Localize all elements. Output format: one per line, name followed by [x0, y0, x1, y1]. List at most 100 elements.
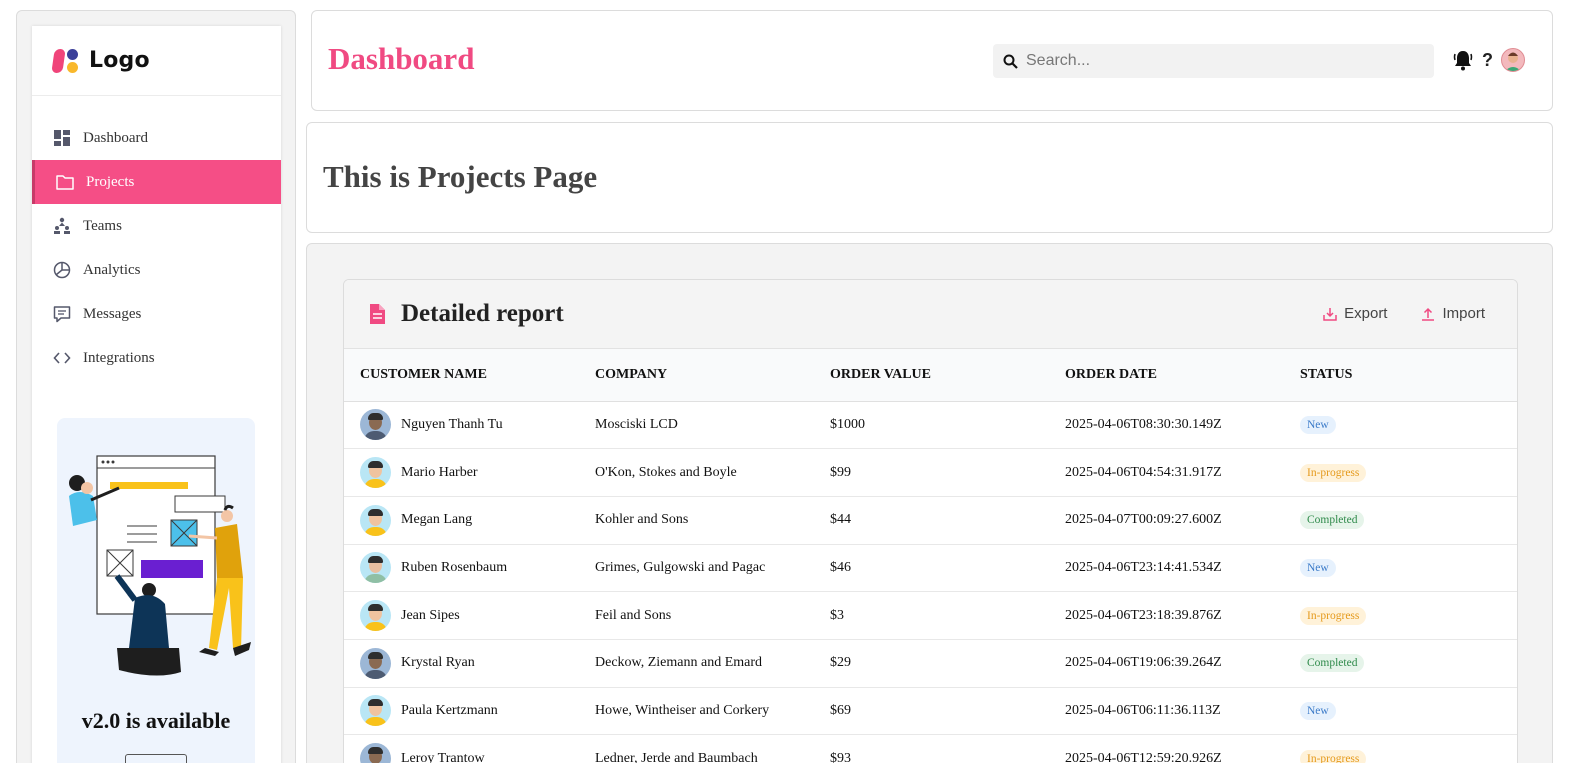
report-title: Detailed report — [401, 300, 564, 327]
page-title: Dashboard — [328, 41, 475, 76]
table-row[interactable]: Jean Sipes Feil and Sons $3 2025-04-06T23:1… — [344, 592, 1517, 640]
column-header[interactable]: Order Value — [814, 349, 1049, 401]
order-value-cell: $99 — [830, 464, 851, 480]
sidebar-item-analytics[interactable]: Analytics — [32, 248, 281, 292]
logo-mark-icon — [51, 48, 81, 74]
column-header[interactable]: Status — [1284, 349, 1517, 401]
help-icon[interactable]: ? — [1482, 50, 1493, 71]
search-input[interactable] — [1026, 52, 1416, 70]
logo[interactable]: Logo — [32, 26, 281, 96]
customer-cell: Megan Lang — [344, 496, 579, 544]
company-cell: O'Kon, Stokes and Boyle — [595, 464, 737, 480]
customer-avatar — [360, 647, 391, 679]
customer-avatar — [360, 504, 391, 536]
customer-avatar — [360, 743, 391, 763]
status-badge: New — [1300, 415, 1336, 434]
detailed-report-card: Detailed report Export Import CUSTOMER N… — [343, 279, 1518, 763]
sidebar-item-messages[interactable]: Messages — [32, 292, 281, 336]
sidebar: Logo Dashboard Projects Teams Analytics — [32, 26, 281, 763]
table-row[interactable]: Nguyen Thanh Tu Mosciski LCD $1000 2025-04-… — [344, 401, 1517, 449]
export-icon — [1323, 307, 1337, 321]
sidebar-item-label: Projects — [86, 173, 135, 190]
pie-chart-icon — [53, 261, 71, 279]
logo-text: Logo — [89, 48, 150, 73]
table-header-row: Customer Name Company Order Value Order … — [344, 349, 1517, 401]
company-cell: Mosciski LCD — [595, 416, 678, 432]
status-badge: In-progress — [1300, 463, 1367, 482]
order-date-cell: 2025-04-06T06:11:36.113Z — [1065, 702, 1221, 718]
status-cell: In-progress — [1284, 592, 1517, 640]
customer-avatar — [360, 695, 391, 727]
customer-cell: Paula Kertzmann — [344, 687, 579, 735]
status-cell: New — [1284, 687, 1517, 735]
sidebar-nav: Dashboard Projects Teams Analytics Messa… — [32, 116, 281, 380]
column-header[interactable]: Customer Name — [344, 349, 579, 401]
company-cell: Grimes, Gulgowski and Pagac — [595, 559, 766, 575]
customer-cell: Nguyen Thanh Tu — [344, 401, 579, 449]
customer-name: Leroy Trantow — [401, 750, 485, 763]
bell-icon[interactable] — [1452, 48, 1474, 72]
status-badge: Completed — [1300, 654, 1365, 673]
status-badge: Completed — [1300, 511, 1365, 530]
top-header: Dashboard ? — [311, 10, 1553, 111]
sidebar-item-label: Teams — [83, 217, 122, 234]
customer-cell: Jean Sipes — [344, 592, 579, 640]
customer-cell: Leroy Trantow — [344, 735, 579, 763]
sidebar-item-label: Dashboard — [83, 129, 148, 146]
customer-name: Paula Kertzmann — [401, 702, 498, 718]
customer-avatar — [360, 457, 391, 489]
folder-icon — [56, 173, 74, 191]
order-value-cell: $46 — [830, 559, 851, 575]
sidebar-item-integrations[interactable]: Integrations — [32, 336, 281, 380]
status-cell: New — [1284, 401, 1517, 449]
sidebar-item-label: Integrations — [83, 349, 155, 366]
order-date-cell: 2025-04-06T23:14:41.534Z — [1065, 559, 1222, 575]
order-date-cell: 2025-04-06T12:59:20.926Z — [1065, 750, 1222, 763]
table-row[interactable]: Leroy Trantow Ledner, Jerde and Baumbach $… — [344, 735, 1517, 763]
import-icon — [1421, 307, 1435, 321]
table-row[interactable]: Krystal Ryan Deckow, Ziemann and Emard $29… — [344, 639, 1517, 688]
upgrade-promo-card: v2.0 is available — [57, 418, 255, 763]
status-cell: New — [1284, 544, 1517, 592]
table-row[interactable]: Megan Lang Kohler and Sons $44 2025-04-07T0… — [344, 496, 1517, 545]
order-date-cell: 2025-04-07T00:09:27.600Z — [1065, 512, 1222, 528]
column-header[interactable]: Order Date — [1049, 349, 1284, 401]
customer-avatar — [360, 600, 391, 632]
status-badge: In-progress — [1300, 606, 1367, 625]
search-box[interactable] — [993, 44, 1434, 78]
sidebar-item-teams[interactable]: Teams — [32, 204, 281, 248]
import-button[interactable]: Import — [1421, 305, 1485, 322]
order-value-cell: $29 — [830, 655, 851, 671]
customer-cell: Mario Harber — [344, 449, 579, 497]
company-cell: Ledner, Jerde and Baumbach — [595, 750, 758, 763]
order-value-cell: $3 — [830, 607, 844, 623]
status-cell: Completed — [1284, 496, 1517, 544]
company-cell: Kohler and Sons — [595, 512, 689, 528]
column-header[interactable]: Company — [579, 349, 814, 401]
customer-name: Krystal Ryan — [401, 655, 475, 671]
table-row[interactable]: Mario Harber O'Kon, Stokes and Boyle $99 20… — [344, 449, 1517, 497]
order-value-cell: $93 — [830, 750, 851, 763]
import-label: Import — [1442, 305, 1485, 322]
user-avatar[interactable] — [1501, 48, 1525, 72]
customer-avatar — [360, 409, 391, 441]
projects-banner: This is Projects Page — [306, 122, 1553, 233]
order-value-cell: $69 — [830, 702, 851, 718]
report-table: Customer Name Company Order Value Order … — [344, 349, 1517, 763]
status-badge: In-progress — [1300, 749, 1367, 763]
upgrade-button[interactable] — [125, 754, 187, 763]
search-icon — [1003, 54, 1018, 69]
dashboard-icon — [53, 129, 71, 147]
export-button[interactable]: Export — [1323, 305, 1387, 322]
customer-name: Nguyen Thanh Tu — [401, 416, 503, 432]
table-row[interactable]: Paula Kertzmann Howe, Wintheiser and Cork… — [344, 687, 1517, 735]
table-row[interactable]: Ruben Rosenbaum Grimes, Gulgowski and Pag… — [344, 544, 1517, 592]
sidebar-item-projects[interactable]: Projects — [32, 160, 281, 204]
status-badge: New — [1300, 701, 1336, 720]
export-label: Export — [1344, 305, 1388, 322]
sidebar-item-dashboard[interactable]: Dashboard — [32, 116, 281, 160]
customer-name: Megan Lang — [401, 512, 473, 528]
teams-icon — [53, 217, 71, 235]
customer-cell: Krystal Ryan — [344, 639, 579, 687]
team-illustration — [69, 455, 251, 676]
